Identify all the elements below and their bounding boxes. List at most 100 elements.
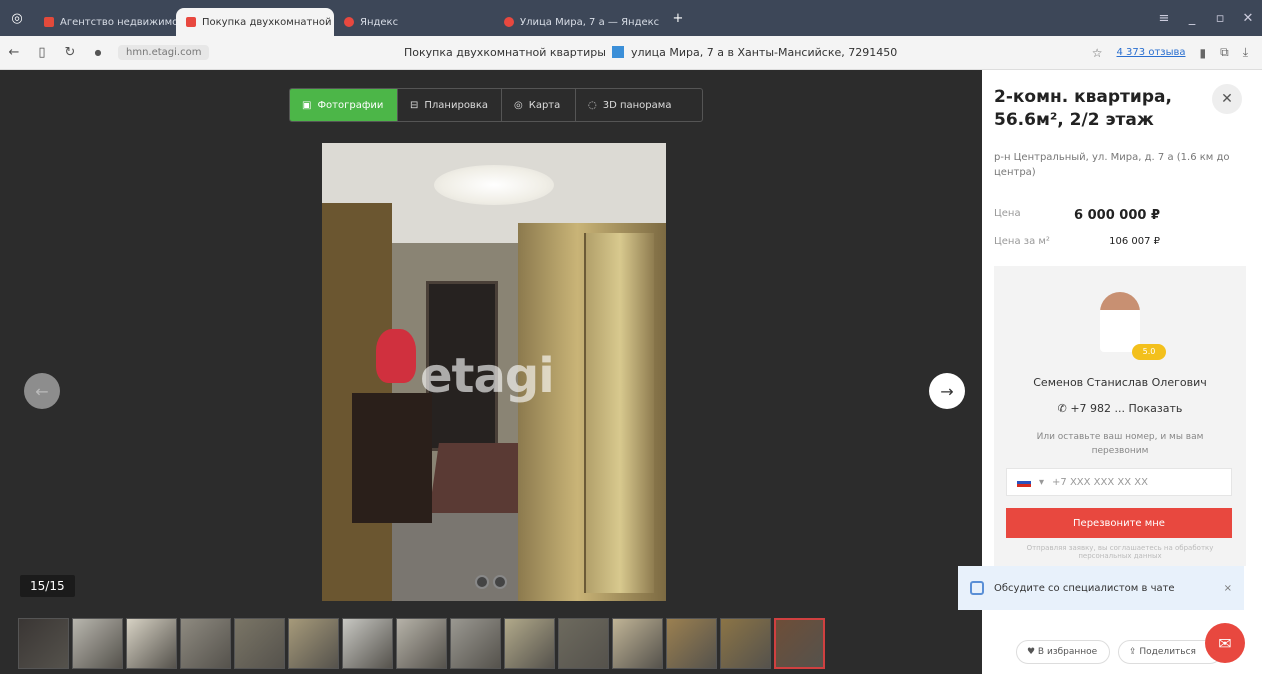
extensions-icon[interactable]: ≡ <box>1150 11 1178 26</box>
tab-agency[interactable]: Агентство недвижимости <box>34 8 176 36</box>
tab-floorplan[interactable]: ⊟ Планировка <box>398 89 502 121</box>
tab-map[interactable]: ◎ Карта <box>502 89 576 121</box>
watermark: etagi <box>420 348 555 404</box>
phone-field[interactable]: ▾ +7 XXX XXX XX XX <box>1006 468 1232 496</box>
tab-label: Яндекс <box>360 16 399 28</box>
chat-fab-button[interactable]: ✉ <box>1205 623 1245 663</box>
thumbnail[interactable] <box>720 618 771 669</box>
page-title-address: улица Мира, 7 а в Ханты-Мансийске, 72914… <box>630 46 898 59</box>
photo-counter: 15/15 <box>20 575 75 597</box>
tab-label: Агентство недвижимости <box>60 16 176 28</box>
photo-wardrobe-door <box>584 233 654 593</box>
callback-note: Или оставьте ваш номер, и мы вам перезво… <box>1036 432 1204 456</box>
photo-gallery: ▣ Фотографии ⊟ Планировка ◎ Карта ◌ 3D п… <box>0 70 982 674</box>
thumbnail[interactable] <box>504 618 555 669</box>
avatar <box>1100 292 1140 352</box>
thumbnail[interactable] <box>774 618 825 669</box>
dot[interactable] <box>475 575 489 589</box>
phone-icon: ✆ <box>1057 402 1067 415</box>
chevron-down-icon[interactable]: ▾ <box>1039 477 1044 488</box>
disclaimer: Отправляя заявку, вы соглашаетесь на обр… <box>1026 544 1214 560</box>
thumbnail[interactable] <box>288 618 339 669</box>
russia-flag-icon[interactable] <box>1017 477 1031 487</box>
tab-map[interactable]: Улица Мира, 7 а — Яндекс <box>494 8 664 36</box>
download-icon[interactable]: ⤓ <box>1243 45 1248 60</box>
tab-label: Планировка <box>424 99 488 111</box>
dot[interactable] <box>493 575 507 589</box>
tab-photos[interactable]: ▣ Фотографии <box>290 89 398 121</box>
reviews-link[interactable]: 4 373 отзыва <box>1117 47 1186 58</box>
photo-lamp <box>434 165 554 205</box>
photo-dresser <box>352 393 432 523</box>
close-chat-popup-icon[interactable]: × <box>1224 583 1232 594</box>
rating-badge: 5.0 <box>1132 344 1166 360</box>
thumbnail[interactable] <box>666 618 717 669</box>
tab-label: Покупка двухкомнатной <box>202 16 332 28</box>
agent-phone[interactable]: ✆ +7 982 ... Показать <box>994 402 1246 415</box>
tab-listing[interactable]: Покупка двухкомнатной ✕ <box>176 8 334 36</box>
thumbnail[interactable] <box>180 618 231 669</box>
map-pin-icon <box>612 46 625 58</box>
tab-favicon-icon <box>186 17 196 27</box>
close-button[interactable]: ✕ <box>1212 84 1242 114</box>
agent-name[interactable]: Семенов Станислав Олегович <box>994 376 1246 389</box>
tab-favicon-icon <box>44 17 54 27</box>
listing-address: р-н Центральный, ул. Мира, д. 7 а (1.6 к… <box>994 152 1230 178</box>
new-tab-icon[interactable]: + <box>664 11 692 26</box>
callback-button[interactable]: Перезвоните мне <box>1006 508 1232 538</box>
phone-placeholder: +7 XXX XXX XX XX <box>1052 476 1148 488</box>
price-label: Цена <box>994 208 1021 219</box>
back-icon[interactable]: ← <box>0 45 28 60</box>
thumbnail-strip <box>18 618 825 669</box>
chat-icon <box>970 581 984 595</box>
maximize-icon[interactable]: ▫ <box>1206 11 1234 26</box>
next-photo-button[interactable]: → <box>929 373 965 409</box>
secure-icon: ● <box>94 48 102 57</box>
view-tabs: ▣ Фотографии ⊟ Планировка ◎ Карта ◌ 3D п… <box>289 88 703 122</box>
bookmark-icon[interactable]: ▮ <box>1200 46 1207 60</box>
price-row: Цена 6 000 000 ₽ <box>994 208 1250 223</box>
screenshot-icon[interactable]: ⧉ <box>1220 45 1229 60</box>
photo-icon: ▣ <box>302 99 312 111</box>
url-host[interactable]: hmn.etagi.com <box>118 45 210 60</box>
browser-menu-icon[interactable]: ◎ <box>0 11 34 26</box>
tab-3d-tour[interactable]: ◌ 3D панорама <box>576 89 702 121</box>
listing-title: 2-комн. квартира, 56.6м², 2/2 этаж <box>994 87 1172 130</box>
price-per-m2-row: Цена за м² 106 007 ₽ <box>994 236 1250 247</box>
prev-photo-button[interactable]: ← <box>24 373 60 409</box>
window-close-icon[interactable]: ✕ <box>1234 11 1262 26</box>
tab-yandex[interactable]: Яндекс <box>334 8 494 36</box>
favorite-button[interactable]: ♥ В избранное <box>1016 640 1110 664</box>
chat-popup-text: Обсудите со специалистом в чате <box>994 582 1175 594</box>
price-value: 6 000 000 ₽ <box>1074 208 1160 223</box>
rating-star-icon: ☆ <box>1091 45 1103 60</box>
floorplan-icon: ⊟ <box>410 99 419 111</box>
thumbnail[interactable] <box>126 618 177 669</box>
tab-label: Фотографии <box>317 99 384 111</box>
price-per-m2-label: Цена за м² <box>994 236 1050 247</box>
thumbnail[interactable] <box>450 618 501 669</box>
reader-mode-icon[interactable]: ▯ <box>28 45 56 60</box>
photo-red-bag <box>376 329 416 383</box>
panorama-icon: ◌ <box>588 99 597 111</box>
browser-tab-bar: ◎ Агентство недвижимости Покупка двухком… <box>0 0 1262 36</box>
minimize-icon[interactable]: _ <box>1178 11 1206 26</box>
thumbnail[interactable] <box>612 618 663 669</box>
page-title: Покупка двухкомнатной квартиры улица Мир… <box>209 46 1091 59</box>
reload-icon[interactable]: ↻ <box>56 45 84 60</box>
thumbnail[interactable] <box>558 618 609 669</box>
chat-popup[interactable]: Обсудите со специалистом в чате × <box>958 566 1244 610</box>
photo-dots <box>475 575 507 589</box>
main-photo[interactable]: etagi <box>322 143 666 601</box>
price-per-m2-value: 106 007 ₽ <box>1109 236 1160 247</box>
browser-address-bar: ← ▯ ↻ ● hmn.etagi.com Покупка двухкомнат… <box>0 36 1262 70</box>
page-title-main: Покупка двухкомнатной квартиры <box>403 46 606 59</box>
thumbnail[interactable] <box>234 618 285 669</box>
thumbnail[interactable] <box>18 618 69 669</box>
agent-phone-text: +7 982 ... Показать <box>1070 402 1183 415</box>
thumbnail[interactable] <box>342 618 393 669</box>
tab-label: 3D панорама <box>602 99 672 111</box>
tab-favicon-icon <box>504 17 514 27</box>
thumbnail[interactable] <box>72 618 123 669</box>
thumbnail[interactable] <box>396 618 447 669</box>
